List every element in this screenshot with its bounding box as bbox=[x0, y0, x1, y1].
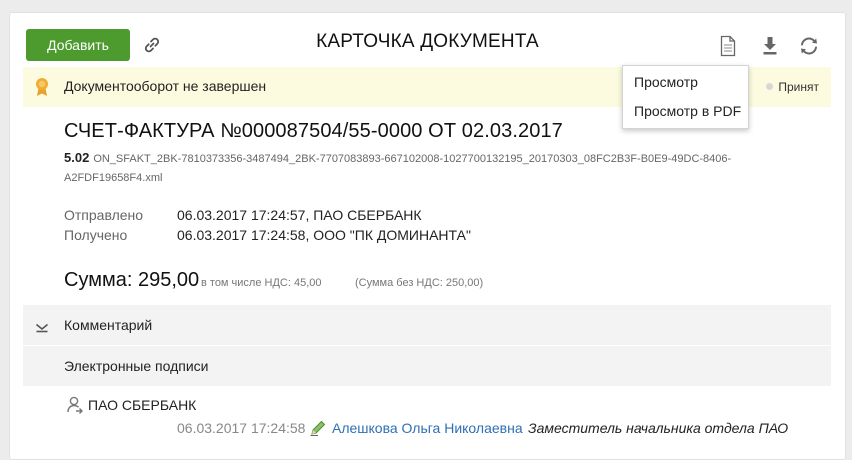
sent-value: 06.03.2017 17:24:57, ПАО СБЕРБАНК bbox=[177, 207, 422, 223]
signatures-section: Электронные подписи bbox=[23, 346, 831, 386]
vat-amount: в том числе НДС: 45,00 bbox=[201, 277, 322, 289]
file-name: ON_SFAKT_2BK-7810373356-3487494_2BK-7707… bbox=[64, 153, 732, 184]
signature-date: 06.03.2017 17:24:58 bbox=[177, 420, 306, 436]
sum-without-vat: (Сумма без НДС: 250,00) bbox=[355, 277, 484, 289]
document-icon[interactable] bbox=[719, 35, 739, 57]
workflow-status-text: Документооборот не завершен bbox=[64, 78, 267, 94]
total-sum: Сумма: 295,00 bbox=[64, 269, 200, 291]
status-dot-icon bbox=[766, 83, 774, 90]
view-dropdown-menu: Просмотр Просмотр в PDF bbox=[622, 65, 749, 129]
pen-icon bbox=[309, 419, 327, 437]
format-version: 5.02 bbox=[64, 150, 90, 165]
refresh-icon[interactable] bbox=[798, 35, 818, 57]
menu-item-view[interactable]: Просмотр bbox=[634, 74, 698, 90]
award-icon bbox=[34, 77, 50, 97]
received-label: Получено bbox=[64, 227, 128, 243]
signer-organization: ПАО СБЕРБАНК bbox=[88, 397, 197, 413]
chevron-down-icon bbox=[35, 320, 49, 333]
received-value: 06.03.2017 17:24:58, ООО "ПК ДОМИНАНТА" bbox=[177, 227, 471, 243]
document-file-info: 5.02 ON_SFAKT_2BK-7810373356-3487494_2BK-… bbox=[64, 148, 784, 188]
signer-name-link[interactable]: Алешкова Ольга Николаевна bbox=[332, 420, 523, 436]
accepted-status-badge: Принят bbox=[766, 80, 819, 94]
user-arrow-icon bbox=[66, 395, 84, 415]
document-title: СЧЕТ-ФАКТУРА №000087504/55-0000 ОТ 02.03… bbox=[64, 120, 563, 142]
download-icon[interactable] bbox=[761, 35, 781, 57]
comments-section-toggle[interactable]: Комментарий bbox=[23, 305, 831, 345]
sent-label: Отправлено bbox=[64, 207, 144, 223]
accepted-label: Принят bbox=[778, 80, 819, 94]
signer-role: Заместитель начальника отдела ПАО bbox=[528, 420, 789, 436]
menu-item-view-pdf[interactable]: Просмотр в PDF bbox=[634, 103, 741, 119]
comments-label: Комментарий bbox=[64, 317, 153, 333]
signatures-label: Электронные подписи bbox=[64, 358, 209, 374]
document-card: Добавить КАРТОЧКА ДОКУМЕНТА Документообо… bbox=[9, 12, 846, 460]
